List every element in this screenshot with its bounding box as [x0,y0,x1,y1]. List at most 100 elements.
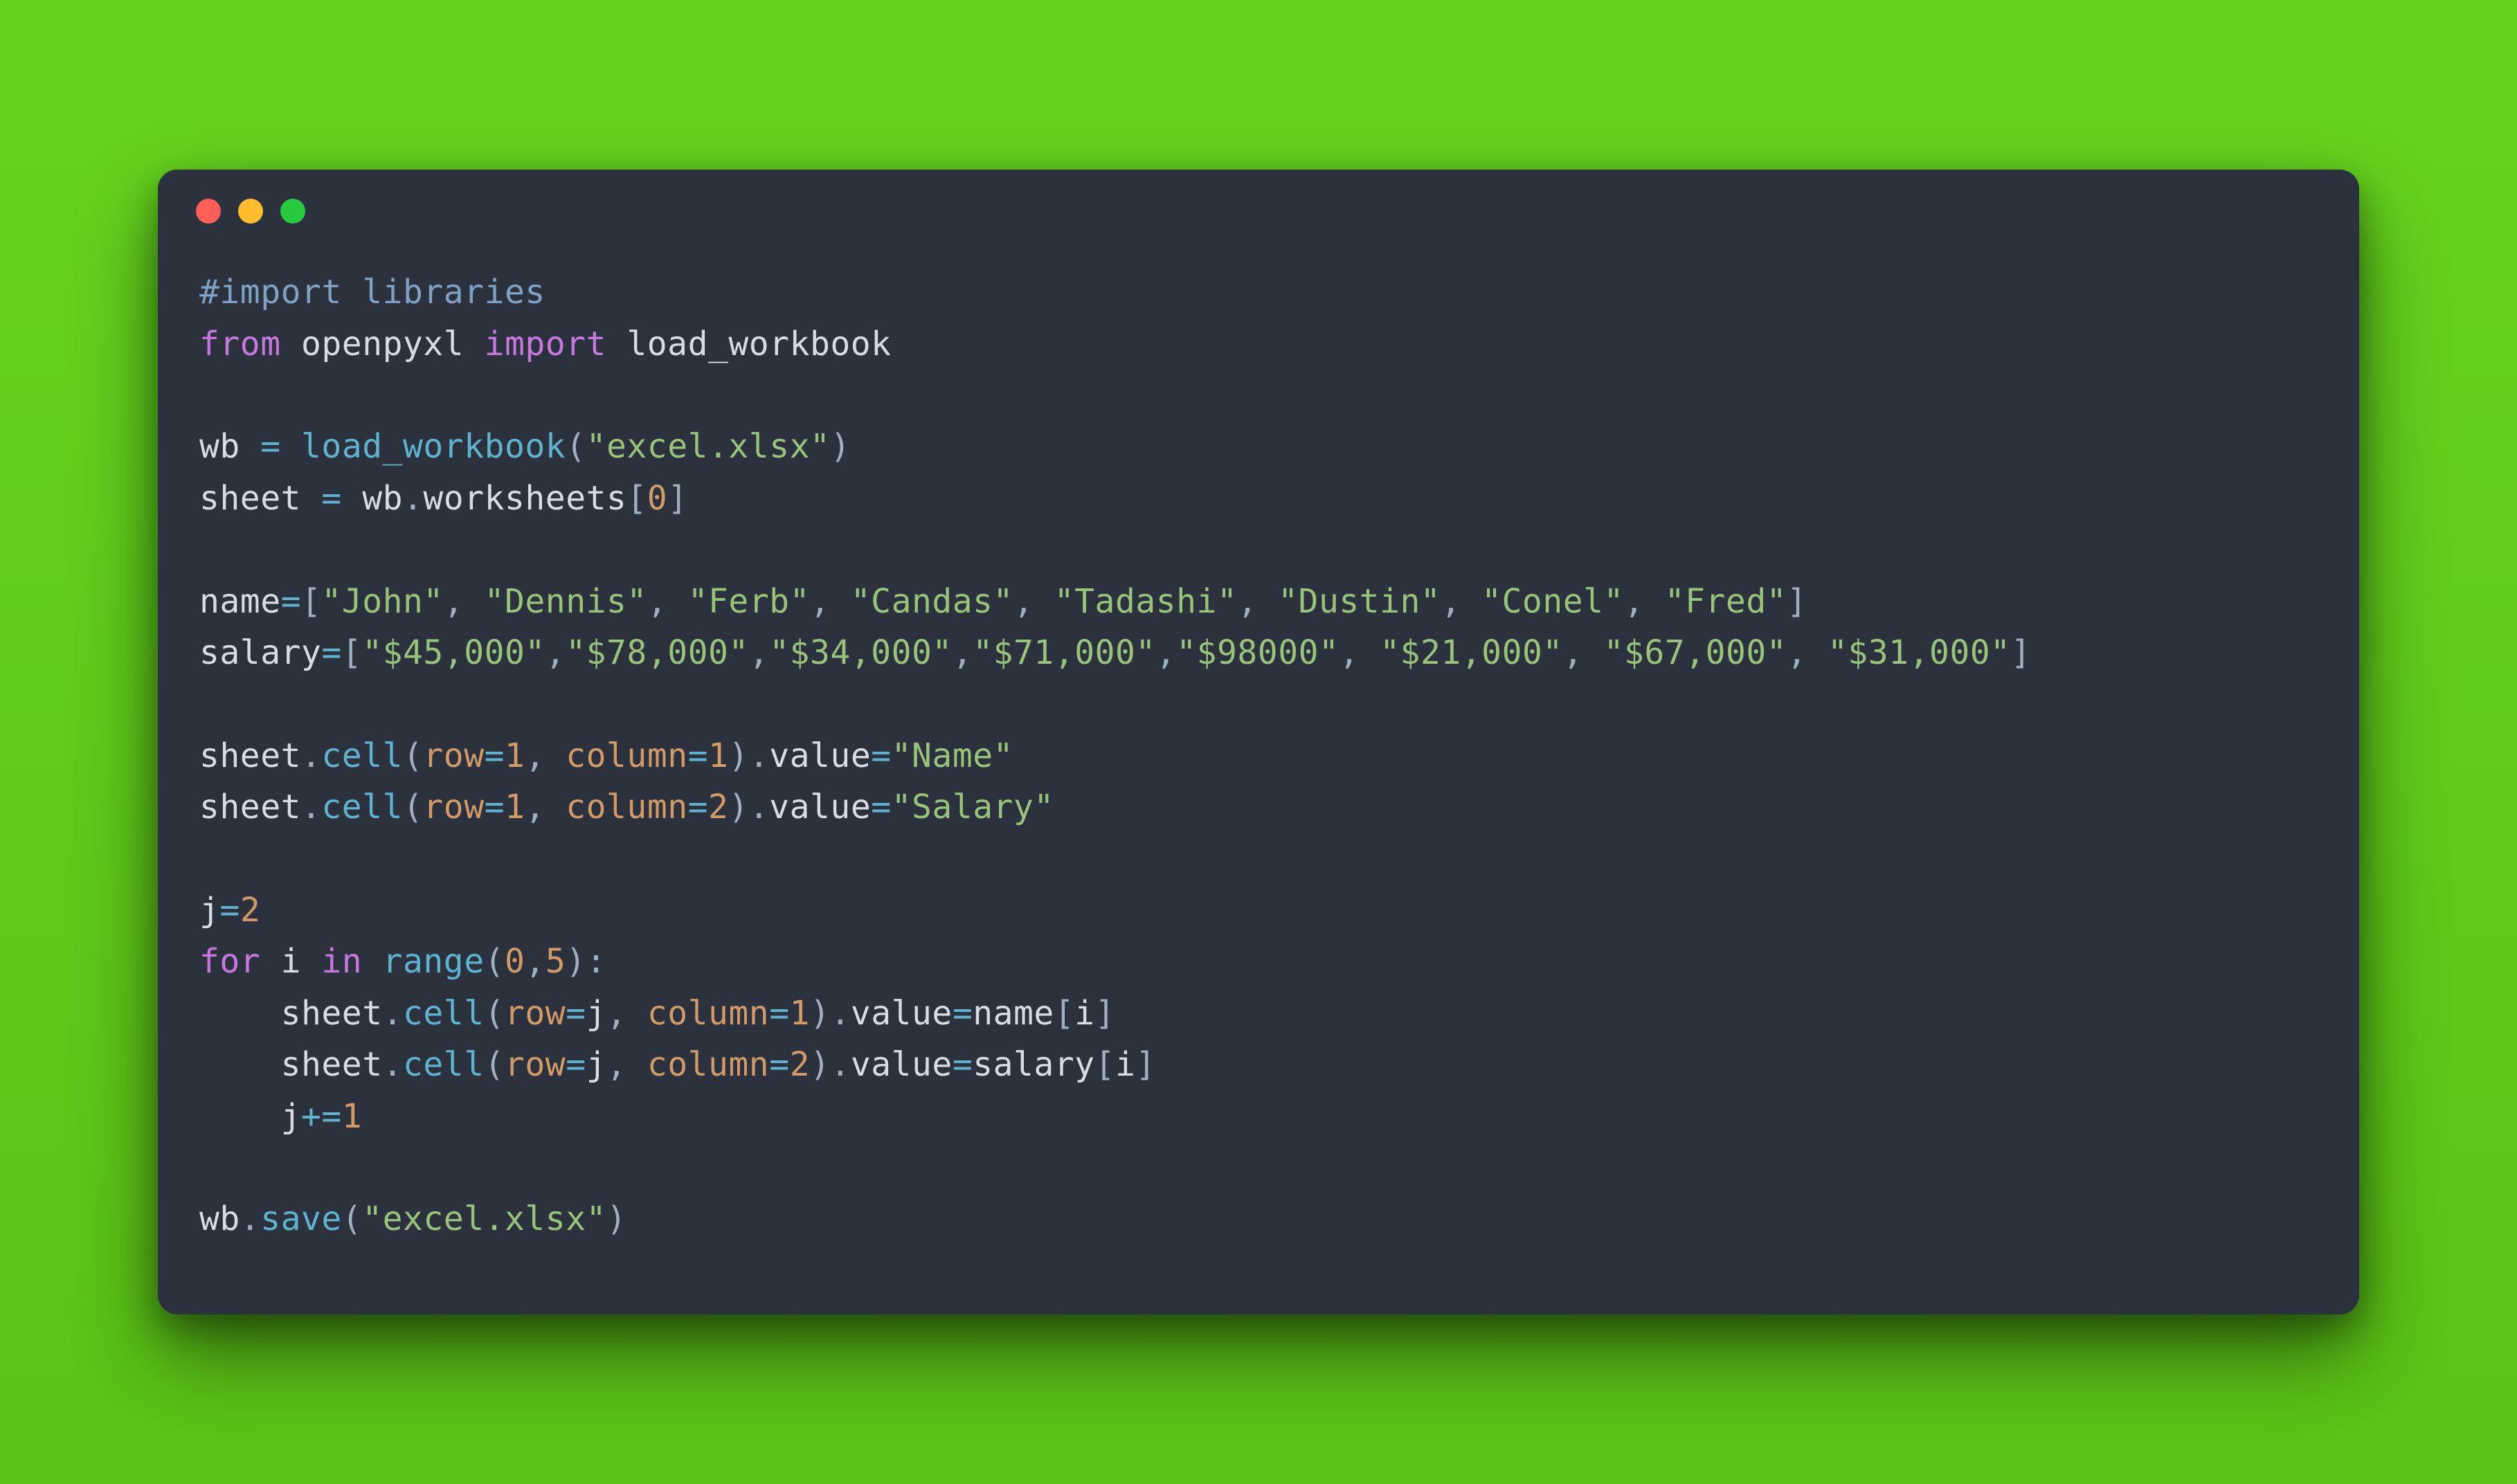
code-token: cell [321,736,403,775]
code-token: += [301,1097,342,1136]
code-token: column [647,994,769,1033]
code-token: , [1237,582,1278,621]
code-token: . [240,1200,260,1238]
code-token: ). [728,788,769,826]
code-token: ( [485,1045,505,1084]
close-icon[interactable] [196,199,221,224]
code-token: "Tadashi" [1054,582,1238,621]
code-token: worksheets [423,479,626,518]
code-token: "$78,000" [566,633,749,672]
code-token: "$31,000" [1828,633,2011,672]
titlebar [158,170,2359,253]
code-line: sheet.cell(row=1, column=1).value="Name" [199,736,1013,775]
code-token: column [647,1045,769,1084]
code-token: ) [830,427,850,466]
code-token: j [586,994,606,1033]
code-token: ( [403,788,423,826]
code-token: , [545,633,566,672]
code-token: = [281,582,301,621]
maximize-icon[interactable] [280,199,305,224]
code-token: load_workbook [606,325,892,363]
code-token: sheet [199,994,383,1033]
code-token: 1 [342,1097,362,1136]
stage: #import libraries from openpyxl import l… [0,0,2517,1484]
code-token: salary [199,633,321,672]
code-token: ). [810,994,851,1033]
code-token: [ [342,633,362,672]
code-token: sheet [199,479,321,518]
code-token: "Conel" [1481,582,1624,621]
code-token: = [566,994,586,1033]
code-token: import [485,325,606,363]
code-token: salary [973,1045,1094,1084]
code-token: . [403,479,423,518]
code-token: = [953,1045,973,1084]
code-token: wb [342,479,403,518]
code-token: j [199,1097,301,1136]
minimize-icon[interactable] [238,199,263,224]
code-token: "Ferb" [688,582,810,621]
code-line: sheet.cell(row=j, column=1).value=name[i… [199,994,1115,1033]
code-token: [ [1095,1045,1115,1084]
code-token: = [566,1045,586,1084]
code-token: 5 [545,942,566,981]
code-token: , [749,633,769,672]
code-token: from [199,325,281,363]
code-token: "$34,000" [769,633,953,672]
code-token: name [973,994,1054,1033]
code-token: ( [566,427,586,466]
code-token: range [383,942,485,981]
code-token: , [1156,633,1176,672]
code-token: i [260,942,321,981]
code-token: "$71,000" [973,633,1156,672]
code-token: 2 [708,788,728,826]
code-token: j [586,1045,606,1084]
code-token: in [321,942,362,981]
code-token: ( [485,942,505,981]
code-token: , [1339,633,1380,672]
code-token: openpyxl [281,325,485,363]
code-token: 0 [647,479,667,518]
code-token: #import libraries [199,273,545,311]
code-token: sheet [199,788,301,826]
code-token: , [606,1045,647,1084]
code-token: ] [667,479,687,518]
code-token: "Name" [892,736,1013,775]
code-token: = [688,788,708,826]
code-token: , [525,736,566,775]
code-token: row [505,994,566,1033]
code-token: value [851,1045,953,1084]
code-token: "excel.xlsx" [586,427,831,466]
code-token: 1 [708,736,728,775]
code-token: i [1115,1045,1135,1084]
code-token: = [485,788,505,826]
code-token: ] [1135,1045,1155,1084]
code-token: sheet [199,736,301,775]
code-token: "excel.xlsx" [362,1200,606,1238]
code-token: ) [606,1200,626,1238]
code-line: sheet = wb.worksheets[0] [199,479,688,518]
code-token: "Candas" [851,582,1013,621]
code-token [281,427,301,466]
code-editor[interactable]: #import libraries from openpyxl import l… [158,253,2359,1272]
code-token: "$21,000" [1380,633,1563,672]
code-token: ] [2011,633,2031,672]
code-token: cell [403,1045,485,1084]
code-token: ] [1095,994,1115,1033]
code-token: column [566,736,687,775]
code-token: ): [566,942,606,981]
code-token: "Fred" [1665,582,1787,621]
code-token: "Dustin" [1278,582,1441,621]
code-token: = [260,427,280,466]
code-line: sheet.cell(row=1, column=2).value="Salar… [199,788,1054,826]
code-line: wb.save("excel.xlsx") [199,1200,626,1238]
code-token: ( [342,1200,362,1238]
code-line: salary=["$45,000","$78,000","$34,000","$… [199,633,2031,672]
code-token: load_workbook [301,427,566,466]
code-token: , [1563,633,1604,672]
code-token: ] [1787,582,1807,621]
code-token: value [769,788,871,826]
code-token: i [1074,994,1094,1033]
code-token: 2 [790,1045,810,1084]
code-token: value [769,736,871,775]
